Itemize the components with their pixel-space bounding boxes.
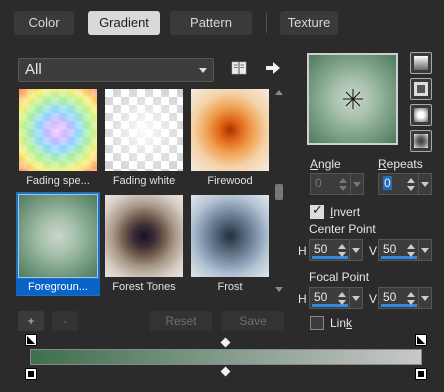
gradient-preview[interactable] bbox=[307, 53, 398, 145]
tab-pattern[interactable]: Pattern bbox=[170, 11, 252, 35]
rectangular-shape-icon bbox=[414, 82, 428, 96]
library-button[interactable] bbox=[228, 58, 250, 78]
repeats-value: 0 bbox=[383, 176, 392, 190]
focal-h-value: 50 bbox=[314, 290, 328, 304]
gallery-item[interactable]: Forest Tones bbox=[102, 192, 186, 296]
category-dropdown-value: All bbox=[25, 61, 42, 78]
repeats-spinner[interactable]: 0 bbox=[378, 173, 432, 195]
repeats-label: Repeats bbox=[378, 157, 423, 171]
remove-gradient-button[interactable]: - bbox=[52, 311, 78, 331]
center-point-label: Center Point bbox=[309, 222, 376, 236]
scroll-up-icon[interactable] bbox=[275, 90, 283, 95]
gallery-scrollbar[interactable] bbox=[274, 88, 284, 294]
gallery-item[interactable]: Fading spe... bbox=[16, 86, 100, 190]
focal-v-stepper[interactable] bbox=[405, 290, 417, 306]
category-dropdown[interactable]: All bbox=[18, 58, 214, 82]
radial-shape-icon bbox=[414, 134, 428, 148]
gradient-thumbnail bbox=[18, 194, 98, 278]
tab-separator bbox=[266, 13, 267, 33]
focal-point-label: Focal Point bbox=[309, 270, 370, 284]
center-v-label: V bbox=[369, 244, 378, 258]
tab-gradient[interactable]: Gradient bbox=[88, 11, 160, 35]
scroll-down-icon[interactable] bbox=[275, 287, 283, 292]
center-v-stepper[interactable] bbox=[405, 242, 417, 258]
save-button[interactable]: Save bbox=[222, 311, 284, 331]
focal-v-dropdown-arrow[interactable] bbox=[418, 288, 431, 308]
center-h-spinner[interactable]: 50 bbox=[309, 239, 363, 261]
book-icon bbox=[231, 61, 247, 75]
sunburst-shape-button[interactable] bbox=[410, 104, 432, 126]
tab-bar: Color Gradient Pattern Texture bbox=[0, 0, 444, 44]
add-gradient-button[interactable]: + bbox=[18, 311, 44, 331]
focal-v-value: 50 bbox=[383, 290, 397, 304]
repeats-stepper[interactable] bbox=[405, 176, 417, 192]
gradient-gallery: Fading spe... Fading white Firewood Fore… bbox=[16, 86, 270, 296]
center-h-value: 50 bbox=[314, 242, 328, 256]
gallery-item-label: Foregroun... bbox=[16, 279, 100, 295]
angle-dropdown-arrow[interactable] bbox=[350, 174, 363, 194]
radial-shape-button[interactable] bbox=[410, 130, 432, 152]
gallery-item-label: Frost bbox=[217, 281, 243, 293]
focal-h-stepper[interactable] bbox=[336, 290, 348, 306]
center-h-dropdown-arrow[interactable] bbox=[349, 240, 362, 260]
reset-button[interactable]: Reset bbox=[150, 311, 212, 331]
link-checkbox[interactable] bbox=[310, 316, 324, 330]
focal-h-dropdown-arrow[interactable] bbox=[349, 288, 362, 308]
arrow-right-icon bbox=[266, 62, 280, 74]
angle-stepper[interactable] bbox=[337, 176, 349, 192]
gradient-thumbnail bbox=[105, 195, 183, 277]
scroll-thumb[interactable] bbox=[275, 184, 283, 200]
color-stop-left-icon[interactable] bbox=[25, 368, 37, 380]
color-midpoint-diamond[interactable] bbox=[220, 366, 231, 377]
center-v-spinner[interactable]: 50 bbox=[378, 239, 432, 261]
focal-h-spinner[interactable]: 50 bbox=[309, 287, 363, 309]
gradient-editor-bar[interactable] bbox=[30, 349, 422, 365]
angle-spinner[interactable]: 0 bbox=[310, 173, 364, 195]
chevron-down-icon bbox=[199, 68, 207, 73]
gallery-item[interactable]: Fading white bbox=[102, 86, 186, 190]
angle-label: Angle bbox=[310, 157, 341, 171]
gallery-item[interactable]: Firewood bbox=[188, 86, 272, 190]
gallery-item-label: Fading white bbox=[112, 175, 176, 187]
color-stop-right-icon[interactable] bbox=[415, 368, 427, 380]
center-h-label: H bbox=[298, 244, 307, 258]
focal-v-spinner[interactable]: 50 bbox=[378, 287, 432, 309]
center-h-stepper[interactable] bbox=[336, 242, 348, 258]
gallery-item-label: Fading spe... bbox=[26, 175, 90, 187]
focal-v-label: V bbox=[369, 292, 378, 306]
invert-label: Invert bbox=[330, 205, 361, 219]
invert-checkbox[interactable] bbox=[310, 203, 324, 219]
gallery-item[interactable]: Frost bbox=[188, 192, 272, 296]
transparency-stop-left-icon[interactable] bbox=[25, 334, 37, 346]
tab-color[interactable]: Color bbox=[14, 11, 74, 35]
export-button[interactable] bbox=[262, 58, 284, 78]
linear-shape-icon bbox=[414, 56, 428, 70]
gradient-thumbnail bbox=[191, 89, 269, 171]
gradient-thumbnail bbox=[105, 89, 183, 171]
gradient-thumbnail bbox=[19, 89, 97, 171]
gallery-item-label: Forest Tones bbox=[112, 281, 176, 293]
focal-h-label: H bbox=[298, 292, 307, 306]
repeats-dropdown-arrow[interactable] bbox=[418, 174, 431, 194]
gradient-thumbnail bbox=[191, 195, 269, 277]
tab-texture[interactable]: Texture bbox=[280, 11, 338, 35]
gallery-item[interactable]: Foregroun... bbox=[16, 192, 100, 296]
gallery-item-label: Firewood bbox=[207, 175, 253, 187]
center-v-dropdown-arrow[interactable] bbox=[418, 240, 431, 260]
transparency-stop-right-icon[interactable] bbox=[415, 334, 427, 346]
rectangular-shape-button[interactable] bbox=[410, 78, 432, 100]
crosshair-icon bbox=[343, 89, 363, 109]
center-v-value: 50 bbox=[383, 242, 397, 256]
linear-shape-button[interactable] bbox=[410, 52, 432, 74]
link-label: Link bbox=[330, 316, 353, 330]
transparency-midpoint-diamond[interactable] bbox=[220, 337, 231, 348]
angle-value: 0 bbox=[315, 176, 322, 190]
sunburst-shape-icon bbox=[414, 108, 428, 122]
